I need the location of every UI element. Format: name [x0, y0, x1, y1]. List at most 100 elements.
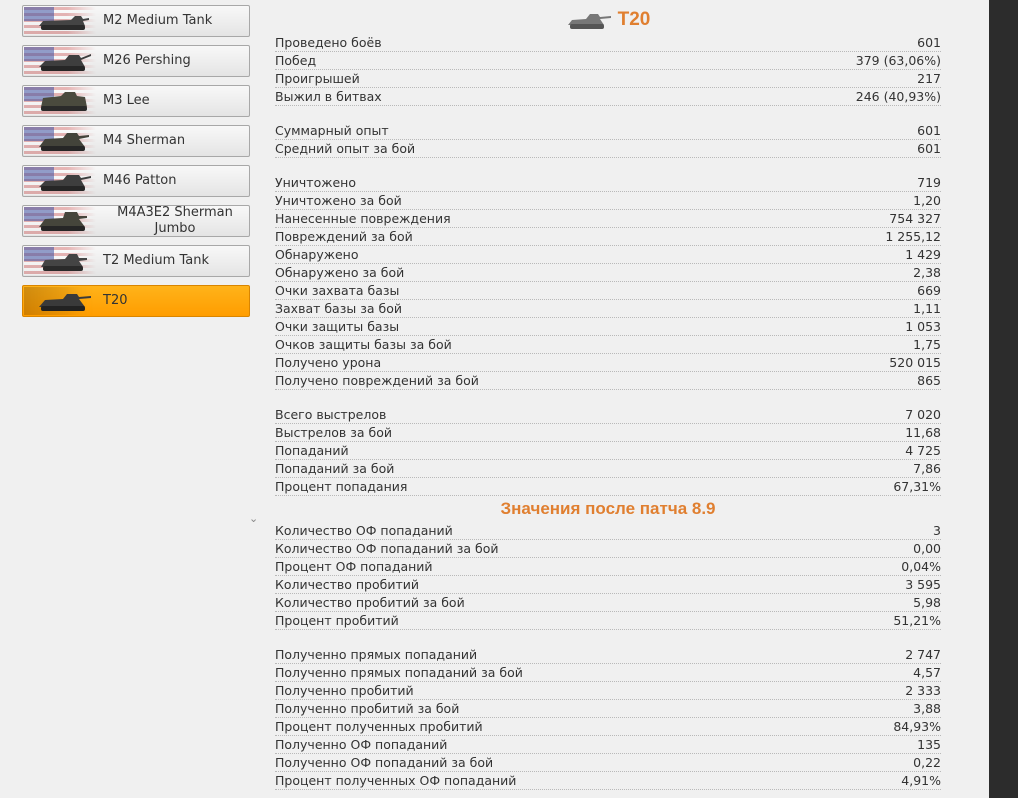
stat-row: Повреждений за бой 1 255,12 [275, 228, 941, 246]
tank-item-m4-sherman[interactable]: M4 Sherman [22, 125, 250, 157]
tank-item-m3-lee[interactable]: M3 Lee [22, 85, 250, 117]
tank-item-label: M3 Lee [103, 93, 150, 108]
experience-stats-group: Суммарный опыт 601 Средний опыт за бой 601 [275, 122, 941, 158]
stat-label: Полученно ОФ попаданий [275, 737, 448, 752]
stat-value: 4,91% [901, 773, 941, 788]
tank-item-label: M4 Sherman [103, 133, 186, 148]
stat-value: 135 [917, 737, 941, 752]
stat-row: Побед 379 (63,06%) [275, 52, 941, 70]
stat-label: Количество ОФ попаданий за бой [275, 541, 499, 556]
stat-row: Средний опыт за бой 601 [275, 140, 941, 158]
stat-label: Выстрелов за бой [275, 425, 392, 440]
stat-value: 3,88 [913, 701, 941, 716]
stat-row: Процент полученных пробитий 84,93% [275, 718, 941, 736]
tank-icon [567, 14, 611, 29]
stat-row: Количество пробитий 3 595 [275, 576, 941, 594]
tank-icon [39, 133, 89, 151]
stat-value: 4,57 [913, 665, 941, 680]
stat-label: Повреждений за бой [275, 229, 413, 244]
stat-value: 1,75 [913, 337, 941, 352]
stat-value: 601 [917, 35, 941, 50]
stat-row: Процент ОФ попаданий 0,04% [275, 558, 941, 576]
stat-label: Попаданий за бой [275, 461, 395, 476]
stat-value: 1,11 [913, 301, 941, 316]
stat-label: Проведено боёв [275, 35, 382, 50]
stat-label: Обнаружено за бой [275, 265, 405, 280]
tank-item-m26-pershing[interactable]: M26 Pershing [22, 45, 250, 77]
stat-label: Очков защиты базы за бой [275, 337, 452, 352]
stat-label: Получено урона [275, 355, 382, 370]
tank-item-label: T20 [103, 293, 128, 308]
stat-label: Захват базы за бой [275, 301, 402, 316]
tank-icon [39, 54, 91, 71]
stat-label: Полученно ОФ попаданий за бой [275, 755, 494, 770]
stat-value: 0,00 [913, 541, 941, 556]
stat-value: 7,86 [913, 461, 941, 476]
stat-label: Обнаружено [275, 247, 359, 262]
stat-row: Количество пробитий за бой 5,98 [275, 594, 941, 612]
tank-item-m46-patton[interactable]: M46 Patton [22, 165, 250, 197]
stat-label: Побед [275, 53, 317, 68]
tank-icon [41, 92, 87, 111]
tank-icon [41, 254, 87, 271]
stat-row: Полученнo прямых попаданий за бой 4,57 [275, 664, 941, 682]
stat-value: 246 (40,93%) [855, 89, 941, 104]
stat-label: Попаданий [275, 443, 349, 458]
combat-stats-group: Уничтожено 719 Уничтожено за бой 1,20 Нанесе… [275, 174, 941, 390]
stat-value: 719 [917, 175, 941, 190]
stat-value: 51,21% [893, 613, 941, 628]
section-title: Значения после патча 8.9 [500, 499, 716, 518]
stat-label: Процент попадания [275, 479, 408, 494]
stat-value: 865 [917, 373, 941, 388]
tank-list: M2 Medium Tank M26 Pershing M3 Lee M4 Sh… [22, 5, 250, 325]
stat-row: Очков защиты базы за бой 1,75 [275, 336, 941, 354]
stat-label: Уничтожено за бой [275, 193, 402, 208]
stat-label: Выжил в битвах [275, 89, 382, 104]
tank-item-t20[interactable]: T20 [22, 285, 250, 317]
tank-item-label: M2 Medium Tank [103, 13, 213, 28]
stat-label: Количество пробитий за бой [275, 595, 465, 610]
stat-row: Процент полученных ОФ попаданий 4,91% [275, 772, 941, 790]
stat-value: 669 [917, 283, 941, 298]
stat-row: Очки захвата базы 669 [275, 282, 941, 300]
stat-row: Полученно пробитий 2 333 [275, 682, 941, 700]
stat-row: Процент пробитий 51,21% [275, 612, 941, 630]
hits-stats-group: Количество ОФ попаданий 3 Количество ОФ по… [275, 522, 941, 630]
shots-stats-group: Всего выстрелов 7 020 Выстрелов за бой 11,6… [275, 406, 941, 496]
stat-label: Количество ОФ попаданий [275, 523, 453, 538]
tank-icon [39, 175, 91, 191]
stat-value: 1,20 [913, 193, 941, 208]
stat-value: 754 327 [889, 211, 941, 226]
stat-value: 3 595 [905, 577, 941, 592]
tank-item-m2-medium-tank[interactable]: M2 Medium Tank [22, 5, 250, 37]
stat-value: 1 053 [905, 319, 941, 334]
stats-panel: T20 Проведено боёв 601 Побед 379 (63,06%) Пр… [275, 6, 941, 790]
tank-item-t2-medium-tank[interactable]: T2 Medium Tank [22, 245, 250, 277]
battle-stats-group: Проведено боёв 601 Побед 379 (63,06%) Проигр… [275, 34, 941, 106]
stat-label: Очки захвата базы [275, 283, 400, 298]
stat-row: Получено урона 520 015 [275, 354, 941, 372]
tank-icon [39, 212, 87, 231]
stat-row: Захват базы за бой 1,11 [275, 300, 941, 318]
stat-value: 4 725 [905, 443, 941, 458]
stat-value: 3 [933, 523, 941, 538]
stat-value: 1 429 [905, 247, 941, 262]
stat-row: Всего выстрелов 7 020 [275, 406, 941, 424]
stat-row: Попаданий 4 725 [275, 442, 941, 460]
tank-icon [39, 294, 91, 311]
tank-item-m4a3e2-sherman-jumbo[interactable]: M4A3E2 Sherman Jumbo [22, 205, 250, 237]
tank-item-label: M4A3E2 Sherman Jumbo [117, 205, 233, 236]
stats-title: T20 [275, 6, 941, 34]
stat-label: Суммарный опыт [275, 123, 389, 138]
stat-row: Очки защиты базы 1 053 [275, 318, 941, 336]
stat-row: Выжил в битвах 246 (40,93%) [275, 88, 941, 106]
tank-item-label: T2 Medium Tank [103, 253, 209, 268]
stat-row: Полученно прямых попаданий 2 747 [275, 646, 941, 664]
received-stats-group: Полученно прямых попаданий 2 747 Полученнo… [275, 646, 941, 790]
chevron-down-icon[interactable]: ⌄ [249, 512, 258, 525]
stat-row: Суммарный опыт 601 [275, 122, 941, 140]
stat-label: Получено повреждений за бой [275, 373, 479, 388]
stat-label: Процент пробитий [275, 613, 399, 628]
stat-value: 5,98 [913, 595, 941, 610]
stat-row: Проведено боёв 601 [275, 34, 941, 52]
